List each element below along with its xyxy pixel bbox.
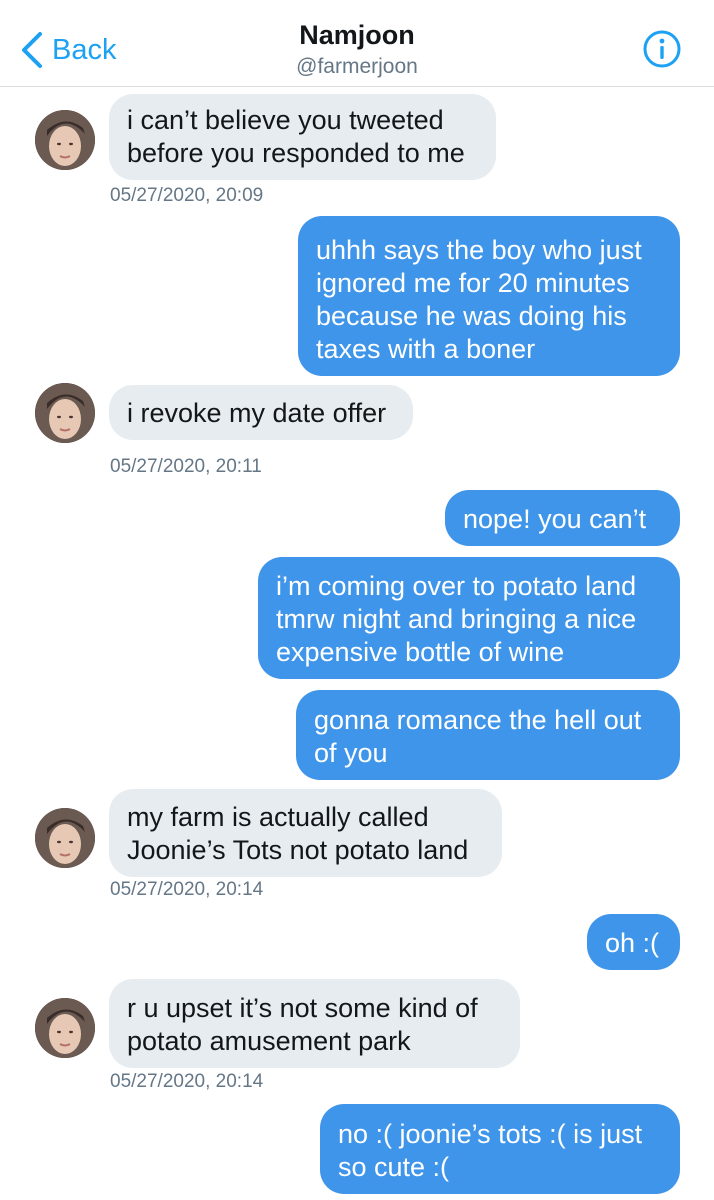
message-line: potato amusement park	[127, 1026, 411, 1056]
message-bubble-outgoing[interactable]: gonna romance the hell out of you	[296, 690, 680, 780]
message-line: i revoke my date offer	[127, 398, 387, 428]
message-line: expensive bottle of wine	[276, 637, 565, 667]
message-line: before you responded to me	[127, 138, 465, 168]
message-line: uhhh says the boy who just	[316, 235, 642, 265]
message-bubble-outgoing[interactable]: nope! you can’t	[445, 490, 680, 546]
message-bubble[interactable]: i revoke my date offer	[109, 385, 413, 440]
avatar[interactable]	[35, 383, 95, 443]
message-bubble[interactable]: i can’t believe you tweeted before you r…	[109, 94, 496, 180]
message-line: r u upset it’s not some kind of	[127, 993, 478, 1023]
info-button[interactable]	[642, 29, 682, 69]
avatar[interactable]	[35, 998, 95, 1058]
message-bubble-outgoing[interactable]: oh :(	[587, 914, 680, 970]
message-line: tmrw night and bringing a nice	[276, 604, 637, 634]
message-bubble[interactable]: my farm is actually called Joonie’s Tots…	[109, 789, 502, 877]
message-bubble-outgoing[interactable]: i’m coming over to potato land tmrw nigh…	[258, 557, 680, 679]
message-line: of you	[314, 738, 388, 768]
avatar[interactable]	[35, 110, 95, 170]
avatar[interactable]	[35, 808, 95, 868]
message-bubble[interactable]: r u upset it’s not some kind of potato a…	[109, 979, 520, 1068]
message-line: so cute :(	[338, 1152, 450, 1182]
message-timestamp: 05/27/2020, 20:11	[110, 456, 262, 477]
info-circle-icon	[643, 30, 681, 68]
contact-avatar-photo	[35, 998, 95, 1058]
contact-avatar-photo	[35, 383, 95, 443]
message-timestamp: 05/27/2020, 20:14	[110, 879, 264, 900]
message-line: Joonie’s Tots not potato land	[127, 835, 469, 865]
contact-name: Namjoon	[299, 20, 415, 50]
message-line: i can’t believe you tweeted	[127, 105, 444, 135]
message-line: no :( joonie’s tots :( is just	[338, 1119, 643, 1149]
message-line: nope! you can’t	[463, 504, 647, 534]
message-line: taxes with a boner	[316, 334, 536, 364]
conversation-title: Namjoon @farmerjoon	[0, 20, 714, 79]
message-line: ignored me for 20 minutes	[316, 268, 630, 298]
message-bubble-outgoing[interactable]: no :( joonie’s tots :( is just so cute :…	[320, 1104, 680, 1194]
contact-avatar-photo	[35, 808, 95, 868]
message-timestamp: 05/27/2020, 20:14	[110, 1071, 264, 1092]
message-bubble-outgoing[interactable]: uhhh says the boy who just ignored me fo…	[298, 216, 680, 376]
message-line: gonna romance the hell out	[314, 705, 642, 735]
message-line: my farm is actually called	[127, 802, 429, 832]
message-timestamp: 05/27/2020, 20:09	[110, 185, 264, 206]
message-line: oh :(	[605, 928, 660, 958]
conversation-header: Back Namjoon @farmerjoon	[0, 0, 714, 87]
message-line: i’m coming over to potato land	[276, 571, 637, 601]
contact-handle: @farmerjoon	[296, 55, 418, 78]
message-line: because he was doing his	[316, 301, 627, 331]
contact-avatar-photo	[35, 110, 95, 170]
